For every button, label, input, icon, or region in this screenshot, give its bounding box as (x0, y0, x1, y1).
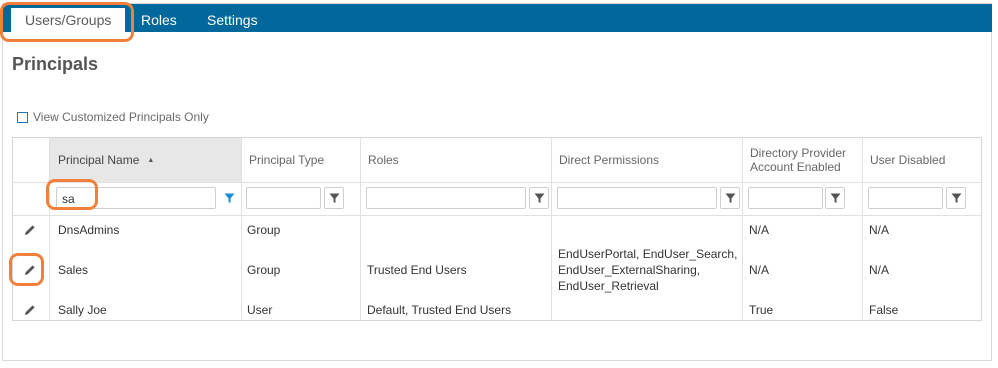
account-enabled-filter-input[interactable] (748, 187, 823, 209)
funnel-icon (830, 193, 841, 203)
direct-permissions-filter-button[interactable] (720, 187, 740, 209)
tab-bar: Users/Groups Roles Settings (3, 4, 992, 32)
account-enabled-filter-button[interactable] (825, 187, 845, 209)
tab-users-groups[interactable]: Users/Groups (11, 8, 126, 32)
view-customized-label: View Customized Principals Only (33, 110, 209, 124)
column-header-account-enabled[interactable]: Directory Provider Account Enabled (742, 138, 862, 182)
principal-type-filter-button[interactable] (324, 187, 344, 209)
user-disabled-filter-input[interactable] (868, 187, 943, 209)
account-enabled-cell: N/A (749, 263, 770, 277)
direct-permissions-filter-input[interactable] (557, 187, 717, 209)
permission-line: EndUserPortal, EndUser_Search, (558, 247, 738, 261)
principal-type-cell: Group (247, 263, 281, 277)
column-header-label: Principal Name (58, 153, 140, 167)
column-header-principal-type[interactable]: Principal Type (241, 138, 360, 182)
account-enabled-cell: True (749, 303, 774, 317)
account-enabled-cell: N/A (749, 223, 770, 237)
principal-name-cell: DnsAdmins (58, 223, 120, 237)
view-customized-option[interactable]: View Customized Principals Only (17, 110, 209, 124)
roles-cell: Default, Trusted End Users (367, 303, 512, 317)
column-divider (862, 138, 863, 320)
principal-type-cell: Group (247, 223, 281, 237)
funnel-icon (534, 193, 545, 203)
edit-row-button[interactable] (24, 223, 36, 241)
view-customized-checkbox[interactable] (17, 111, 28, 123)
funnel-icon (224, 193, 235, 203)
edit-row-button[interactable] (24, 263, 36, 281)
column-header-user-disabled[interactable]: User Disabled (862, 138, 981, 182)
user-disabled-filter-button[interactable] (946, 187, 966, 209)
column-header-direct-permissions[interactable]: Direct Permissions (551, 138, 742, 182)
column-divider (49, 138, 50, 320)
principal-type-cell: User (247, 303, 273, 317)
pencil-icon (25, 265, 35, 275)
user-disabled-cell: False (869, 303, 899, 317)
principal-name-cell: Sales (58, 263, 89, 277)
permission-line: EndUser_Retrieval (558, 279, 659, 293)
column-divider (360, 138, 361, 320)
column-divider (241, 138, 242, 320)
roles-filter-button[interactable] (529, 187, 549, 209)
grid-header: Principal Name ▲ Principal Type Roles Di… (13, 138, 981, 183)
funnel-icon (329, 193, 340, 203)
pencil-icon (25, 305, 35, 315)
page-title: Principals (12, 54, 99, 74)
column-divider (742, 138, 743, 320)
filter-row: sa (13, 182, 981, 216)
tab-settings[interactable]: Settings (207, 4, 258, 32)
user-disabled-cell: N/A (869, 263, 890, 277)
permission-line: EndUser_ExternalSharing, (558, 263, 701, 277)
column-header-roles[interactable]: Roles (360, 138, 551, 182)
principal-name-cell: Sally Joe (58, 303, 107, 317)
sort-ascending-icon: ▲ (147, 156, 155, 164)
direct-permissions-cell: EndUserPortal, EndUser_Search, EndUser_E… (558, 246, 737, 294)
edit-row-button[interactable] (24, 303, 36, 321)
tab-roles[interactable]: Roles (141, 4, 177, 32)
funnel-icon (951, 193, 962, 203)
pencil-icon (25, 225, 35, 235)
column-header-principal-name[interactable]: Principal Name ▲ (50, 138, 241, 182)
funnel-icon (725, 193, 736, 203)
roles-cell: Trusted End Users (367, 263, 467, 277)
user-disabled-cell: N/A (869, 223, 890, 237)
principal-name-filter-button[interactable] (219, 187, 239, 209)
principal-type-filter-input[interactable] (246, 187, 321, 209)
roles-filter-input[interactable] (366, 187, 526, 209)
principal-name-filter-input[interactable]: sa (56, 187, 216, 209)
column-divider (551, 138, 552, 320)
principals-grid: Principal Name ▲ Principal Type Roles Di… (12, 137, 982, 321)
